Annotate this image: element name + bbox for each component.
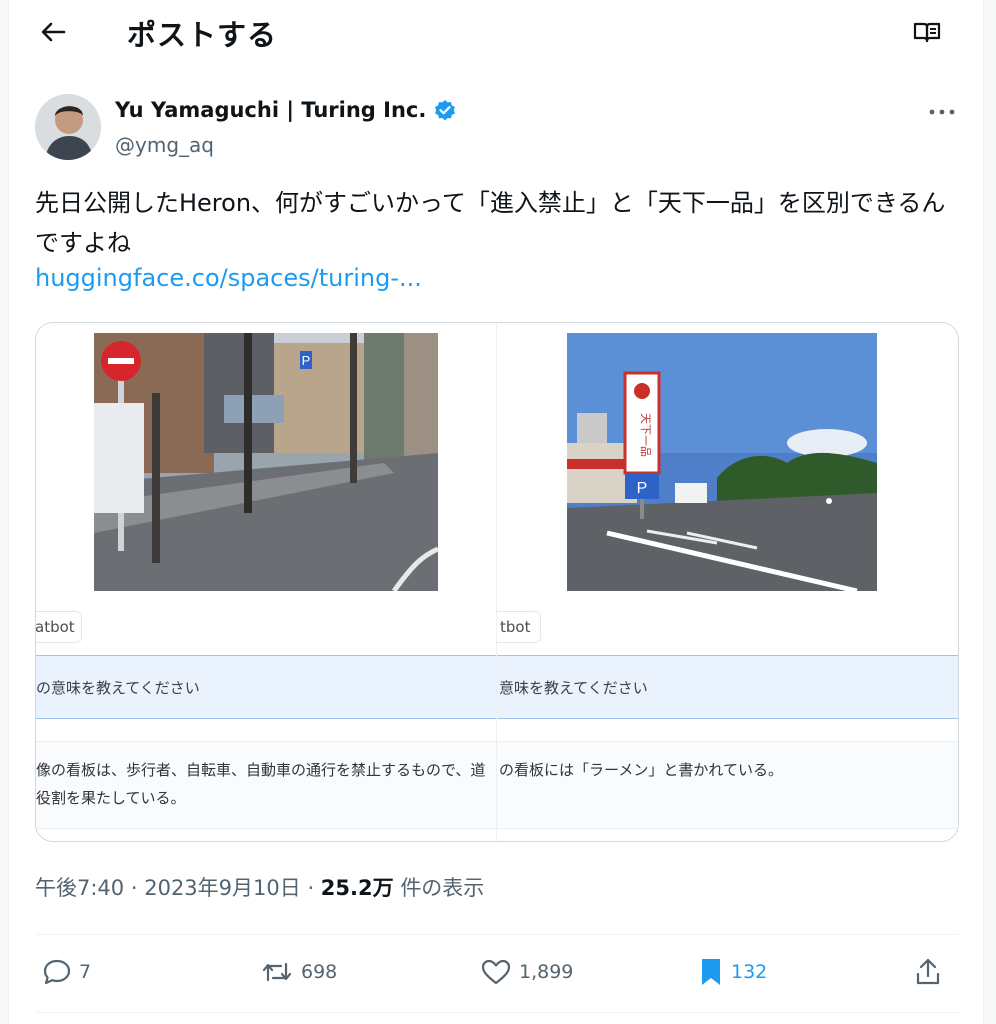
tweet-link[interactable]: huggingface.co/spaces/turing-... [35, 264, 422, 292]
page-title: ポストする [127, 18, 278, 52]
answer-message: の看板には「ラーメン」と書かれている。 [497, 741, 958, 829]
answer-message: 像の看板は、歩行者、自転車、自動車の通行を禁止するもので、道 役割を果たしている… [36, 741, 496, 829]
tweet-media[interactable]: P atbot の意味を教えてください 像の看板は、歩行者、自転車、自動車の通行… [35, 322, 959, 842]
answer-line: 像の看板は、歩行者、自転車、自動車の通行を禁止するもので、道 [36, 761, 486, 779]
reader-mode-button[interactable] [909, 16, 945, 48]
street-photo-ramen-sign: 天下一品 P [567, 333, 877, 591]
divider [35, 1012, 959, 1013]
share-icon [916, 958, 940, 985]
prompt-message: 意味を教えてください [497, 655, 958, 719]
street-photo-no-entry: P [94, 333, 438, 591]
media-image-left[interactable]: P atbot の意味を教えてください 像の看板は、歩行者、自転車、自動車の通行… [36, 323, 496, 841]
like-button[interactable]: 1,899 [481, 952, 573, 992]
meta-separator: · [130, 876, 145, 900]
repost-button[interactable]: 698 [261, 952, 337, 992]
post-date[interactable]: 2023年9月10日 [144, 876, 301, 900]
like-count: 1,899 [519, 961, 574, 983]
bookmark-filled-icon [702, 959, 720, 985]
parking-sign-text: P [637, 480, 648, 497]
top-bar: ポストする [9, 0, 985, 64]
reply-icon [43, 959, 71, 985]
verified-badge [433, 99, 457, 127]
arrow-left-icon [41, 22, 66, 42]
post-detail-page: ポストする Yu Yamaguchi | Turing Inc. @ymg_aq [8, 0, 984, 1024]
reply-button[interactable]: 7 [43, 952, 91, 992]
parking-sign-text: P [302, 353, 311, 368]
prompt-message: の意味を教えてください [36, 655, 496, 719]
media-image-right[interactable]: 天下一品 P tbot 意味を教えてください の看板には「ラーメン」と書かれてい… [496, 323, 958, 841]
tweet-text: 先日公開したHeron、何がすごいかって「進入禁止」と「天下一品」を区別できるん… [35, 189, 946, 257]
post-time[interactable]: 午後7:40 [35, 876, 124, 900]
repost-count: 698 [301, 961, 338, 983]
bookmark-button[interactable]: 132 [699, 952, 767, 992]
share-button[interactable] [915, 952, 941, 992]
bookmark-count: 132 [731, 961, 768, 983]
back-button[interactable] [35, 14, 71, 50]
more-options-button[interactable] [925, 100, 959, 124]
views-count: 25.2万 [320, 876, 394, 900]
more-icon [929, 109, 955, 115]
author-name[interactable]: Yu Yamaguchi | Turing Inc. [115, 98, 426, 122]
avatar-photo [35, 94, 101, 160]
meta-separator: · [307, 876, 321, 900]
repost-icon [262, 962, 292, 982]
answer-line: の看板には「ラーメン」と書かれている。 [499, 761, 783, 779]
author-handle[interactable]: @ymg_aq [115, 133, 214, 157]
tweet-meta: 午後7:40 · 2023年9月10日 · 25.2万 件の表示 [35, 872, 484, 902]
reply-count: 7 [79, 961, 92, 983]
verified-icon [435, 100, 455, 121]
divider [35, 934, 959, 935]
avatar[interactable] [35, 94, 101, 160]
heart-icon [481, 959, 511, 985]
chatbot-tab-chip: tbot [497, 611, 541, 643]
ramen-sign-text: 天下一品 [639, 413, 652, 457]
chatbot-tab-chip: atbot [36, 611, 82, 643]
views-label: 件の表示 [400, 876, 485, 900]
answer-line: 役割を果たしている。 [36, 789, 186, 807]
book-icon [913, 22, 941, 43]
